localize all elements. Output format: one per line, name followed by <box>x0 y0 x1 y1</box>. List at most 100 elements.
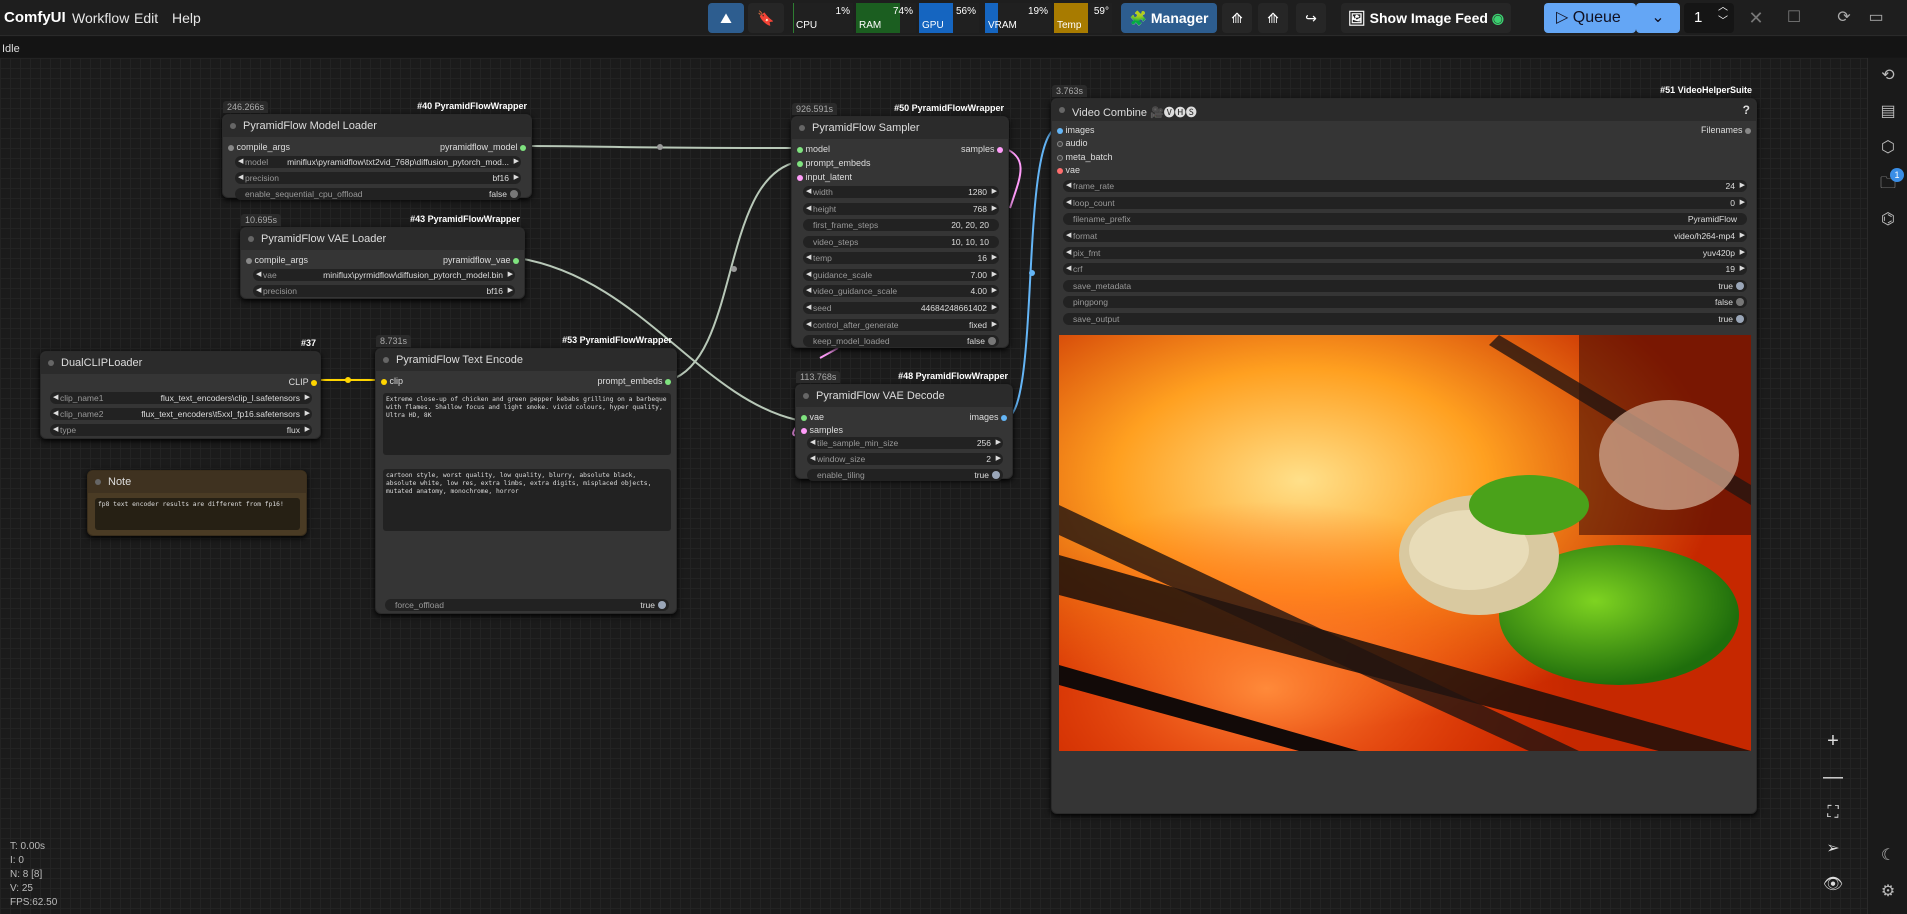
zoom-out-icon[interactable]: — <box>1818 762 1848 792</box>
input-compile-args[interactable]: compile_args <box>228 141 290 153</box>
node-note[interactable]: Note fp8 text encoder results are differ… <box>87 470 307 536</box>
widget-type[interactable]: typeflux <box>50 424 312 436</box>
output-images[interactable]: images <box>969 411 1007 423</box>
positive-prompt-textarea[interactable]: Extreme close-up of chicken and green pe… <box>383 393 671 455</box>
input-samples[interactable]: samples <box>801 424 843 436</box>
widget-sequential-offload[interactable]: enable_sequential_cpu_offload false <box>235 188 521 200</box>
node-title[interactable]: PyramidFlow Text Encode <box>376 349 676 371</box>
widget-loop-count[interactable]: loop_count0 <box>1063 197 1747 209</box>
queue-button[interactable]: ▷ Queue <box>1544 3 1636 33</box>
menu-workflow[interactable]: Workflow <box>72 10 129 26</box>
help-icon[interactable]: ? <box>1743 103 1750 117</box>
widget-first-frame-steps[interactable]: first_frame_steps 20, 20, 20 <box>803 219 999 231</box>
widget-clip-name1[interactable]: clip_name1flux_text_encoders\clip_l.safe… <box>50 392 312 404</box>
input-vae[interactable]: vae <box>1057 164 1080 176</box>
show-image-feed-button[interactable]: 🖼 Show Image Feed ◉ <box>1341 3 1511 33</box>
negative-prompt-textarea[interactable]: cartoon style, worst quality, low qualit… <box>383 469 671 531</box>
note-text[interactable]: fp8 text encoder results are different f… <box>95 498 300 530</box>
free-memory-icon[interactable]: ⟰ <box>1258 3 1288 33</box>
input-compile-args[interactable]: compile_args <box>246 254 308 266</box>
gear-icon[interactable]: ⚙ <box>1878 882 1898 902</box>
node-title[interactable]: PyramidFlow VAE Loader <box>241 228 524 250</box>
output-clip[interactable]: CLIP <box>289 376 317 388</box>
node-sampler[interactable]: 926.591s #50 PyramidFlowWrapper PyramidF… <box>791 103 1009 348</box>
output-pyramidflow-model[interactable]: pyramidflow_model <box>440 141 526 153</box>
graph-canvas[interactable]: 246.266s #40 PyramidFlowWrapper PyramidF… <box>0 58 1867 914</box>
widget-height[interactable]: height768 <box>803 203 999 215</box>
select-mode-icon[interactable]: ➢ <box>1818 834 1848 864</box>
bookmark-icon[interactable]: 🔖 <box>748 3 784 33</box>
input-images[interactable]: images <box>1057 124 1095 136</box>
node-vae-loader[interactable]: 10.695s #43 PyramidFlowWrapper PyramidFl… <box>240 214 525 299</box>
toggle-links-icon[interactable]: 👁 <box>1818 870 1848 900</box>
input-prompt-embeds[interactable]: prompt_embeds <box>797 157 871 169</box>
widget-precision[interactable]: precisionbf16 <box>235 172 521 184</box>
node-model-loader[interactable]: 246.266s #40 PyramidFlowWrapper PyramidF… <box>222 101 532 200</box>
toggle-panel-icon[interactable]: ▭ <box>1862 3 1890 33</box>
widget-width[interactable]: width1280 <box>803 186 999 198</box>
node-title[interactable]: PyramidFlow VAE Decode <box>796 385 1012 407</box>
input-meta-batch[interactable]: meta_batch <box>1057 151 1113 163</box>
stop-icon[interactable]: ☐ <box>1780 3 1808 33</box>
input-model[interactable]: model <box>797 143 830 155</box>
output-samples[interactable]: samples <box>961 143 1003 155</box>
node-text-encode[interactable]: 8.731s #53 PyramidFlowWrapper PyramidFlo… <box>375 335 677 614</box>
widget-save-output[interactable]: save_output true <box>1063 313 1747 325</box>
widget-pingpong[interactable]: pingpong false <box>1063 296 1747 308</box>
input-input-latent[interactable]: input_latent <box>797 171 852 183</box>
cancel-icon[interactable]: ✕ <box>1742 3 1770 33</box>
input-clip[interactable]: clip <box>381 375 403 387</box>
video-preview[interactable] <box>1059 335 1751 751</box>
node-title[interactable]: DualCLIPLoader <box>41 352 320 374</box>
widget-save-metadata[interactable]: save_metadata true <box>1063 280 1747 292</box>
node-title[interactable]: Note <box>88 471 306 493</box>
queue-options-chevron-icon[interactable]: ⌄ <box>1636 3 1680 33</box>
crystools-logo-icon[interactable]: ⛰ <box>708 3 744 33</box>
widget-temp[interactable]: temp16 <box>803 252 999 264</box>
node-video-combine[interactable]: 3.763s #51 VideoHelperSuite Video Combin… <box>1051 85 1757 814</box>
input-vae[interactable]: vae <box>801 411 824 423</box>
zoom-in-icon[interactable]: + <box>1818 726 1848 756</box>
widget-enable-tiling[interactable]: enable_tiling true <box>807 469 1003 481</box>
node-dualclip-loader[interactable]: #37 DualCLIPLoader CLIP clip_name1flux_t… <box>40 338 321 439</box>
widget-guidance-scale[interactable]: guidance_scale7.00 <box>803 269 999 281</box>
output-filenames[interactable]: Filenames <box>1701 124 1751 136</box>
widget-window-size[interactable]: window_size2 <box>807 453 1003 465</box>
share-icon[interactable]: ↪ <box>1296 3 1326 33</box>
output-prompt-embeds[interactable]: prompt_embeds <box>597 375 671 387</box>
widget-force-offload[interactable]: force_offload true <box>385 599 669 611</box>
widget-crf[interactable]: crf19 <box>1063 263 1747 275</box>
node-title[interactable]: Video Combine 🎥🅥🅗🅢 <box>1052 99 1756 121</box>
widget-video-steps[interactable]: video_steps 10, 10, 10 <box>803 236 999 248</box>
folder-icon[interactable]: 🗀 1 <box>1878 168 1904 194</box>
widget-tile-sample-min-size[interactable]: tile_sample_min_size256 <box>807 437 1003 449</box>
widget-pix-fmt[interactable]: pix_fmtyuv420p <box>1063 247 1747 259</box>
node-vae-decode[interactable]: 113.768s #48 PyramidFlowWrapper PyramidF… <box>795 371 1013 481</box>
queue-icon[interactable]: ▤ <box>1878 102 1898 122</box>
history-icon[interactable]: ⟲ <box>1878 66 1898 86</box>
node-library-icon[interactable]: ⌬ <box>1878 210 1898 230</box>
widget-video-guidance-scale[interactable]: video_guidance_scale4.00 <box>803 285 999 297</box>
widget-format[interactable]: formatvideo/h264-mp4 <box>1063 230 1747 242</box>
fit-view-icon[interactable]: ⛶ <box>1818 798 1848 828</box>
node-title[interactable]: PyramidFlow Sampler <box>792 117 1008 139</box>
menu-help[interactable]: Help <box>172 10 201 26</box>
widget-vae[interactable]: vaeminiflux\pyrmidflow\diffusion_pytorch… <box>253 269 515 281</box>
widget-keep-model-loaded[interactable]: keep_model_loaded false <box>803 335 999 347</box>
unload-model-icon[interactable]: ⟰ <box>1222 3 1252 33</box>
widget-precision[interactable]: precisionbf16 <box>253 285 515 297</box>
widget-clip-name2[interactable]: clip_name2flux_text_encoders\t5xxl_fp16.… <box>50 408 312 420</box>
input-audio[interactable]: audio <box>1057 137 1088 149</box>
widget-seed[interactable]: seed44684248661402 <box>803 302 999 314</box>
cube-icon[interactable]: ⬡ <box>1878 138 1898 158</box>
queue-count-input[interactable]: 1 ︿ ﹀ <box>1684 2 1734 33</box>
manager-button[interactable]: 🧩 Manager <box>1121 3 1217 33</box>
refresh-icon[interactable]: ⟳ <box>1830 3 1858 33</box>
moon-icon[interactable]: ☾ <box>1878 846 1898 866</box>
widget-model[interactable]: modelminiflux\pyramidflow\txt2vid_768p\d… <box>235 156 521 168</box>
output-pyramidflow-vae[interactable]: pyramidflow_vae <box>443 254 519 266</box>
widget-frame-rate[interactable]: frame_rate24 <box>1063 180 1747 192</box>
widget-control-after-generate[interactable]: control_after_generatefixed <box>803 319 999 331</box>
node-title[interactable]: PyramidFlow Model Loader <box>223 115 531 137</box>
widget-filename-prefix[interactable]: filename_prefix PyramidFlow <box>1063 213 1747 225</box>
